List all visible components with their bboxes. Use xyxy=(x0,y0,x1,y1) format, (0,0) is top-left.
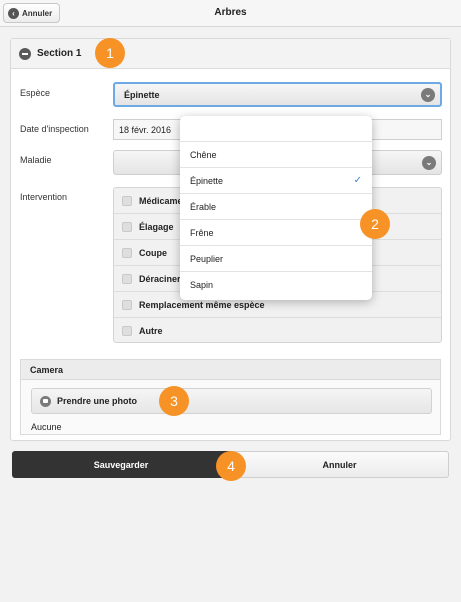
chevron-down-icon: ⌄ xyxy=(422,155,436,170)
annotation-badge: 4 xyxy=(216,451,246,481)
save-button[interactable]: Sauvegarder xyxy=(12,451,230,478)
dropdown-blank-option[interactable] xyxy=(180,116,372,142)
chevron-down-icon: ⌄ xyxy=(421,87,435,102)
annotation-badge: 2 xyxy=(360,209,390,239)
espece-label: Espèce xyxy=(20,88,51,98)
annotation-badge: 1 xyxy=(95,38,125,68)
take-photo-button[interactable]: Prendre une photo xyxy=(31,388,432,414)
section-header[interactable]: Section 1 xyxy=(11,39,450,69)
intervention-option-label: Déraciner xyxy=(139,273,181,284)
option-label: Frêne xyxy=(190,227,214,238)
date-value: 18 févr. 2016 xyxy=(119,124,172,135)
checkmark-icon: ✓ xyxy=(353,175,362,186)
page-title: Arbres xyxy=(214,7,247,18)
collapse-icon[interactable] xyxy=(19,47,31,60)
option-label: Peuplier xyxy=(190,253,224,264)
intervention-option-label: Élagage xyxy=(139,221,174,232)
checkbox[interactable] xyxy=(122,221,132,232)
intervention-option-label: Médicame xyxy=(139,195,183,206)
espece-select[interactable]: Épinette ⌄ xyxy=(113,82,442,107)
photo-status: Aucune xyxy=(31,422,62,432)
option-label: Érable xyxy=(190,201,217,212)
checkbox[interactable] xyxy=(122,247,132,258)
section-title: Section 1 xyxy=(37,48,82,59)
annotation-badge: 3 xyxy=(159,386,189,416)
dropdown-option[interactable]: Sapin xyxy=(180,272,372,298)
cancel-button[interactable]: Annuler xyxy=(230,451,449,478)
checkbox[interactable] xyxy=(122,299,132,310)
intervention-option-label: Autre xyxy=(139,326,163,336)
intervention-option-label: Remplacement même espèce xyxy=(139,299,265,310)
option-label: Sapin xyxy=(190,280,214,290)
camera-section: Camera Prendre une photo Aucune xyxy=(20,359,441,435)
dropdown-option[interactable]: Peuplier xyxy=(180,246,372,272)
checkbox[interactable] xyxy=(122,326,132,336)
top-bar: ‹ Annuler Arbres xyxy=(0,0,461,27)
checkbox[interactable] xyxy=(122,273,132,284)
maladie-label: Maladie xyxy=(20,155,52,165)
option-label: Chêne xyxy=(190,149,217,160)
dropdown-option[interactable]: Érable xyxy=(180,194,372,220)
intervention-option[interactable]: Autre xyxy=(114,318,441,342)
checkbox[interactable] xyxy=(122,195,132,206)
option-label: Épinette xyxy=(190,175,224,186)
intervention-label: Intervention xyxy=(20,192,68,202)
take-photo-label: Prendre une photo xyxy=(57,396,138,406)
dropdown-option[interactable]: Épinette ✓ xyxy=(180,168,372,194)
date-label: Date d'inspection xyxy=(20,124,89,134)
dropdown-option[interactable]: Chêne xyxy=(180,142,372,168)
intervention-option-label: Coupe xyxy=(139,247,167,258)
camera-header: Camera xyxy=(21,360,440,380)
espece-dropdown: Chêne Épinette ✓ Érable Frêne Peuplier Sa… xyxy=(180,116,372,300)
dropdown-option[interactable]: Frêne xyxy=(180,220,372,246)
camera-icon xyxy=(40,395,51,407)
espece-value: Épinette xyxy=(124,89,160,100)
